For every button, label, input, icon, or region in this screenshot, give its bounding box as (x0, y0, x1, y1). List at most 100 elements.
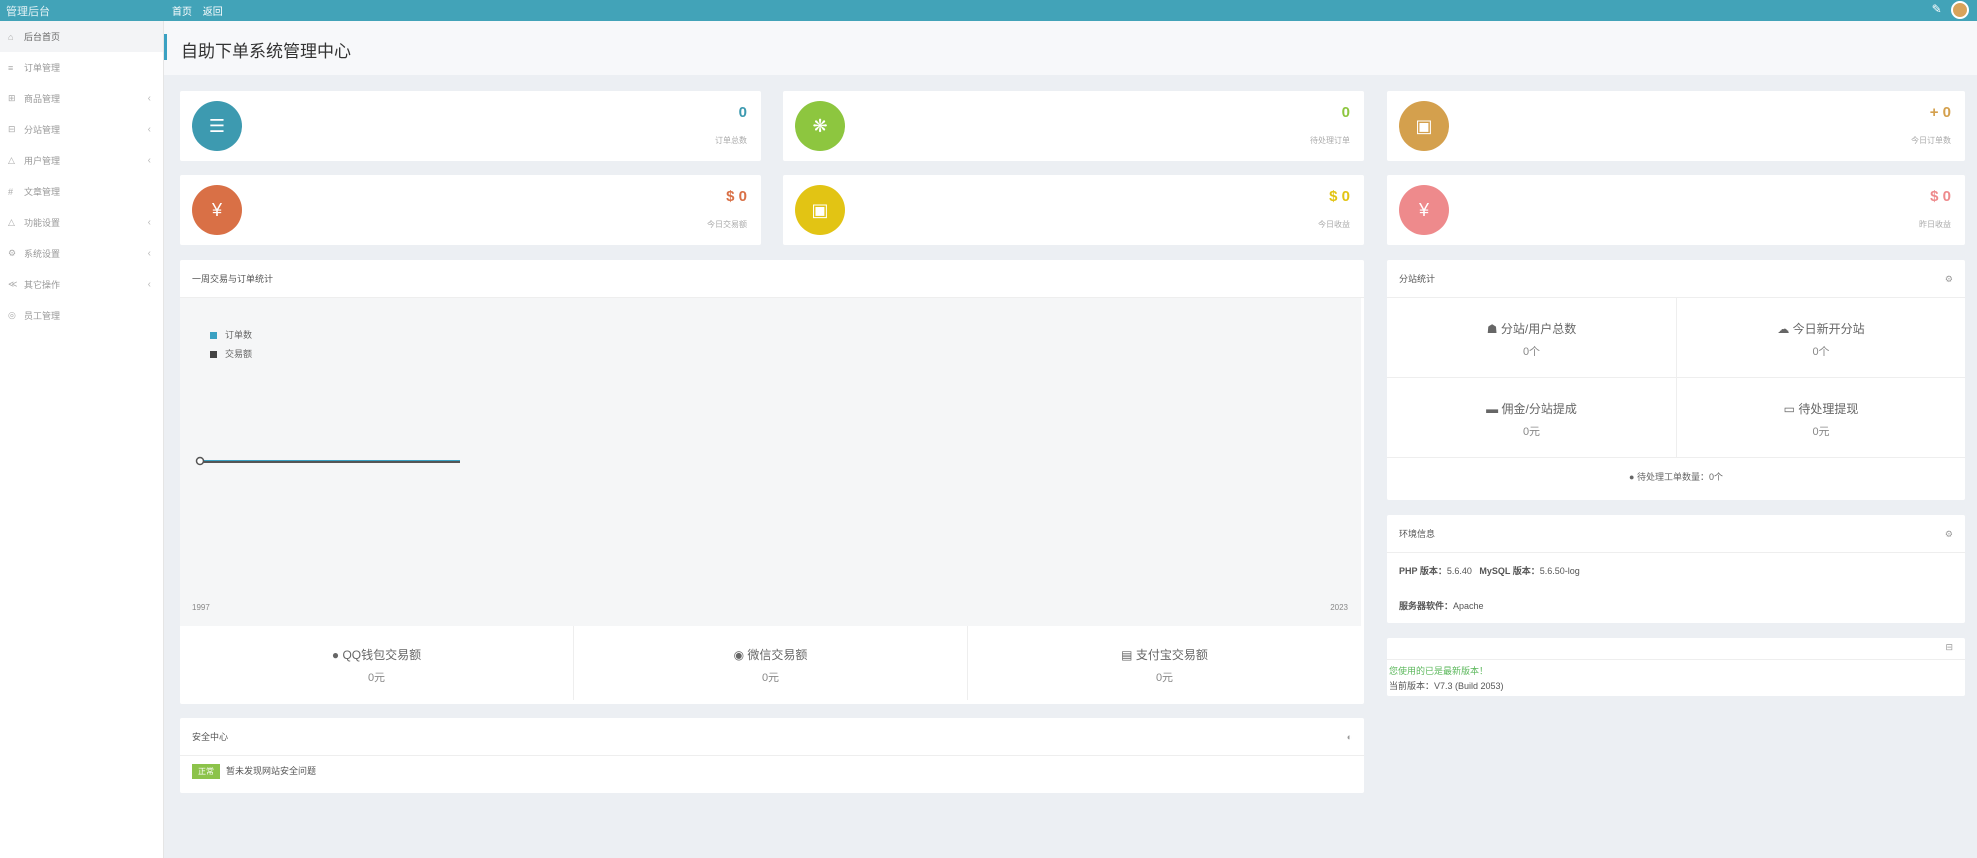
sidebar-item-products[interactable]: ⊞ 商品管理 ‹ (0, 83, 163, 114)
sidebar-item-label: 文章管理 (24, 187, 61, 197)
chevron-left-icon: ‹ (147, 279, 151, 290)
top-links: 首页 返回 (172, 3, 231, 18)
stat-label: 今日收益 (1318, 220, 1350, 229)
stat-label: 待处理订单 (1310, 136, 1350, 145)
stat-value: $ 0 (1329, 188, 1350, 205)
pay-label: 支付宝交易额 (1135, 648, 1208, 662)
withdraw-stat: ▭ 待处理提现 0元 (1677, 378, 1965, 458)
sidebar-item-label: 分站管理 (24, 125, 61, 135)
yen-icon: ¥ (1399, 185, 1449, 235)
stat-label: 佣金/分站提成 (1501, 402, 1577, 416)
env-server: 服务器软件：Apache (1387, 577, 1965, 612)
sidebar-item-staff[interactable]: ◎ 员工管理 (0, 300, 163, 331)
chevron-left-icon: ‹ (147, 93, 151, 104)
alipay-stat: ▤ 支付宝交易额 0元 (968, 626, 1361, 700)
data-point[interactable] (195, 456, 205, 466)
staff-icon: ◎ (8, 310, 16, 320)
gear-icon[interactable]: ⚙ (1945, 260, 1953, 298)
users-icon: △ (8, 155, 15, 165)
site-stats-title: 分站统计 ⚙ (1387, 260, 1965, 298)
sidebar-item-home[interactable]: ⌂ 后台首页 (0, 21, 163, 52)
doc-icon: # (8, 186, 14, 197)
comment-icon: ● (1629, 472, 1635, 482)
ticket-count: ● 待处理工单数量：0个 (1387, 470, 1965, 483)
sidebar-item-system[interactable]: ⚙ 系统设置 ‹ (0, 238, 163, 269)
wechat-icon: ◉ (733, 648, 745, 662)
sidebar-item-orders[interactable]: ≡ 订单管理 (0, 52, 163, 83)
qq-wallet-stat: ● QQ钱包交易额 0元 (180, 626, 574, 700)
cog-icon: ⚙ (8, 248, 17, 258)
php-label: PHP 版本： (1399, 566, 1447, 576)
sidebar-item-label: 用户管理 (24, 156, 61, 166)
header-accent-bar (164, 34, 167, 60)
toggle-icon[interactable]: ◐ (1347, 718, 1352, 756)
stat-value: 0元 (1812, 426, 1830, 438)
security-panel: 安全中心 ◐ 正常 暂未发现网站安全问题 (180, 718, 1364, 793)
list-icon: ☰ (192, 101, 242, 151)
chart-panel-title: 一周交易与订单统计 (180, 260, 1364, 298)
chevron-left-icon: ‹ (147, 248, 151, 259)
stat-value: + 0 (1929, 104, 1951, 121)
sidebar-item-label: 员工管理 (24, 311, 61, 321)
ticket-count-text: 待处理工单数量：0个 (1636, 472, 1723, 482)
version-panel: ⊟ 您使用的已是最新版本！ 当前版本：V7.3 (Build 2053) (1387, 638, 1965, 696)
avatar[interactable] (1951, 1, 1969, 19)
pay-label: 微信交易额 (747, 648, 808, 662)
update-status: 您使用的已是最新版本！ (1389, 666, 1489, 676)
stat-card-today-revenue: ¥ $ 0 今日交易额 (180, 175, 761, 245)
sidebar-item-articles[interactable]: # 文章管理 (0, 176, 163, 207)
panel-title-text: 分站统计 (1399, 274, 1436, 284)
stat-label: 今日订单数 (1911, 136, 1951, 145)
home-link[interactable]: 首页 (172, 7, 192, 18)
stat-value: 0 (738, 104, 747, 121)
flower-icon: ❋ (795, 101, 845, 151)
pay-value: 0元 (1155, 672, 1174, 684)
stat-value: 0个 (1812, 346, 1830, 358)
yen-icon: ¥ (192, 185, 242, 235)
php-value: 5.6.40 (1446, 566, 1472, 576)
sidebar-item-users[interactable]: △ 用户管理 ‹ (0, 145, 163, 176)
pay-value: 0元 (367, 672, 386, 684)
wechat-stat: ◉ 微信交易额 0元 (574, 626, 968, 700)
sidebar-item-label: 其它操作 (24, 280, 61, 290)
server-label: 服务器软件： (1399, 601, 1454, 611)
mysql-label: MySQL 版本： (1479, 566, 1540, 576)
more-icon: ≪ (8, 279, 18, 289)
sidebar-item-label: 功能设置 (24, 218, 61, 228)
mysql-value: 5.6.50-log (1539, 566, 1580, 576)
sites-icon: ⊟ (8, 124, 16, 134)
back-link[interactable]: 返回 (203, 7, 223, 18)
status-badge: 正常 (192, 764, 220, 779)
stat-label: 分站/用户总数 (1500, 322, 1577, 336)
sidebar-item-label: 系统设置 (24, 249, 61, 259)
brand-name[interactable]: 管理后台 (6, 3, 50, 19)
panel-title-text: 安全中心 (192, 732, 229, 742)
page-title: 自助下单系统管理中心 (181, 42, 351, 61)
sidebar-item-other[interactable]: ≪ 其它操作 ‹ (0, 269, 163, 300)
page-header: 自助下单系统管理中心 (164, 21, 1977, 75)
stat-card-today-profit: ▣ $ 0 今日收益 (783, 175, 1364, 245)
alipay-icon: ▤ (1121, 648, 1133, 662)
toggle-icon[interactable]: ⊟ (1945, 642, 1953, 653)
briefcase-icon: ▣ (1399, 101, 1449, 151)
site-stats-panel: 分站统计 ⚙ ☗ 分站/用户总数 0个 ☁ 今日新开分站 0个 ▬ 佣金/分站提… (1387, 260, 1965, 500)
line-chart: 1997 2023 (192, 456, 1349, 612)
stat-value: 0元 (1522, 426, 1541, 438)
list-icon: ≡ (8, 62, 14, 73)
security-panel-title: 安全中心 ◐ (180, 718, 1364, 756)
stat-value: $ 0 (726, 188, 747, 205)
cart-icon: ⊞ (8, 93, 16, 103)
stat-card-yesterday-profit: ¥ $ 0 昨日收益 (1387, 175, 1965, 245)
chevron-left-icon: ‹ (147, 217, 151, 228)
sidebar-item-features[interactable]: △ 功能设置 ‹ (0, 207, 163, 238)
stat-card-total-orders: ☰ 0 订单总数 (180, 91, 761, 161)
cloud-icon: ☁ (1777, 322, 1790, 336)
env-panel: 环境信息 ⚙ PHP 版本：5.6.40 MySQL 版本：5.6.50-log… (1387, 515, 1965, 623)
stat-label: 昨日收益 (1919, 220, 1951, 229)
edit-icon[interactable]: ✎ (1932, 2, 1942, 16)
qq-icon: ● (331, 648, 340, 662)
sidebar-item-sites[interactable]: ⊟ 分站管理 ‹ (0, 114, 163, 145)
gear-icon[interactable]: ⚙ (1945, 515, 1953, 553)
briefcase-icon: ▣ (795, 185, 845, 235)
env-panel-title: 环境信息 ⚙ (1387, 515, 1965, 553)
